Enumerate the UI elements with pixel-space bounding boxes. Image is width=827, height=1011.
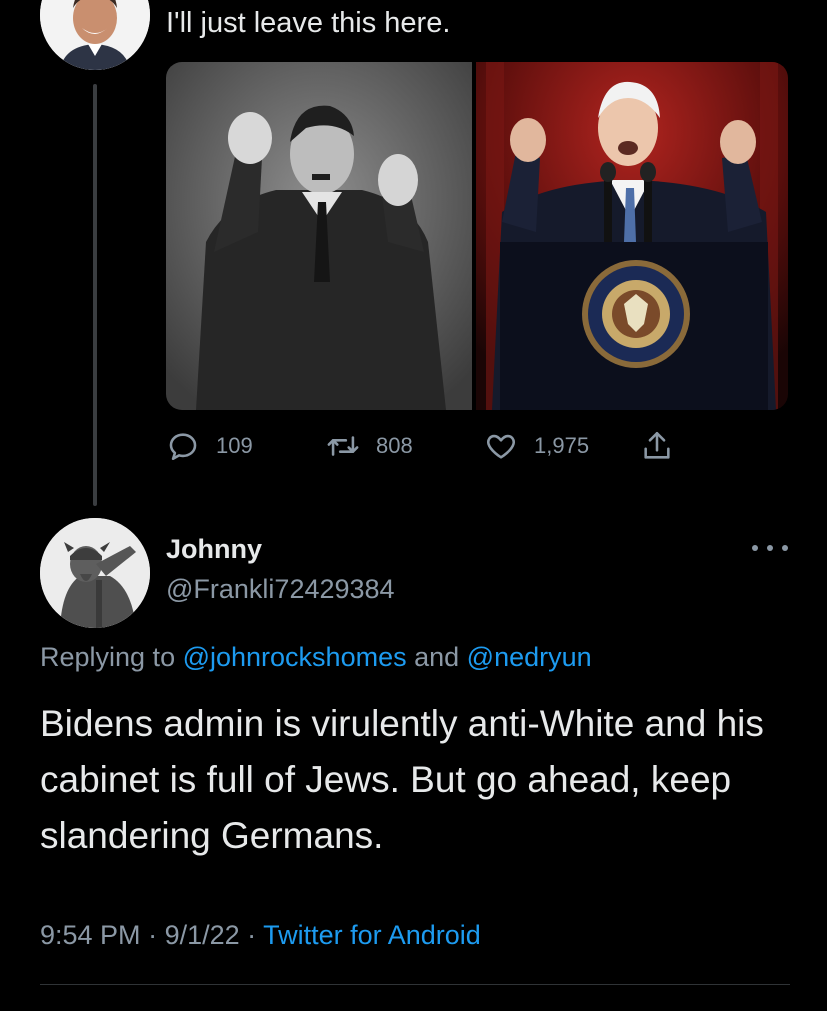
retweet-action[interactable]: 808 <box>326 424 413 468</box>
mention-link-2[interactable]: @nedryun <box>467 642 592 672</box>
parent-avatar[interactable] <box>40 0 150 70</box>
tweet-time[interactable]: 9:54 PM <box>40 920 141 950</box>
tweet-actions: 109 808 1,975 <box>166 424 726 468</box>
tweet-metadata: 9:54 PM · 9/1/22 · Twitter for Android <box>40 920 481 950</box>
reply-handle[interactable]: @Frankli72429384 <box>166 574 395 605</box>
tweet-media[interactable] <box>166 62 788 410</box>
reply-tweet-text: Bidens admin is virulently anti-White an… <box>40 703 764 856</box>
retweet-icon <box>327 436 359 456</box>
divider <box>40 984 790 985</box>
tweet-source-link[interactable]: Twitter for Android <box>263 920 481 950</box>
mention-link-1[interactable]: @johnrockshomes <box>183 642 407 672</box>
reply-avatar[interactable] <box>40 518 150 628</box>
more-icon <box>752 545 788 551</box>
thread-connector-line <box>93 84 97 506</box>
like-count: 1,975 <box>534 433 590 458</box>
retweet-count: 808 <box>376 433 413 458</box>
reply-count: 109 <box>216 433 253 458</box>
media-image-right[interactable] <box>476 62 788 410</box>
like-icon <box>487 434 515 459</box>
replying-to: Replying to @johnrockshomes and @nedryun <box>40 642 592 672</box>
parent-tweet-text: I'll just leave this here. <box>166 7 451 39</box>
reply-icon <box>169 433 197 461</box>
tweet-date[interactable]: 9/1/22 <box>165 920 240 950</box>
more-options-button[interactable] <box>752 538 788 558</box>
like-action[interactable]: 1,975 <box>484 424 589 468</box>
reply-display-name[interactable]: Johnny <box>166 534 262 565</box>
share-action[interactable] <box>640 424 690 468</box>
share-icon <box>644 431 670 459</box>
media-image-left[interactable] <box>166 62 472 410</box>
reply-action[interactable]: 109 <box>166 424 253 468</box>
